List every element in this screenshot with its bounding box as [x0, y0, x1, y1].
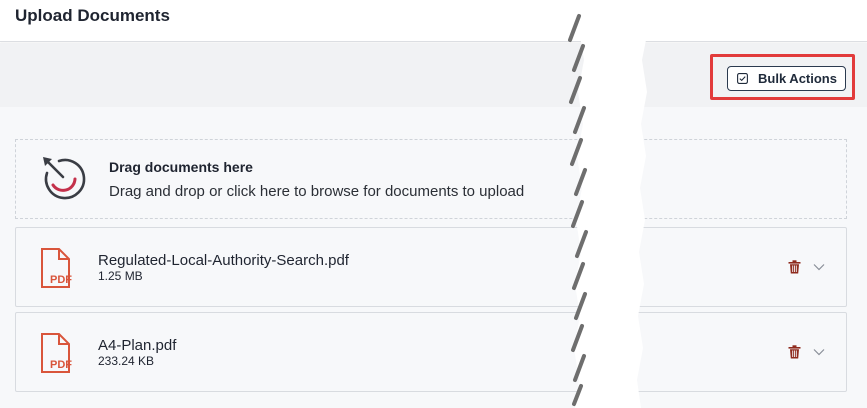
file-item[interactable]: PDF Regulated-Local-Authority-Search.pdf…	[15, 227, 847, 307]
trash-icon[interactable]	[788, 260, 801, 274]
pdf-icon-label: PDF	[50, 359, 72, 371]
page-title: Upload Documents	[15, 6, 170, 25]
dropzone-title: Drag documents here	[109, 159, 253, 175]
pdf-icon: PDF	[41, 333, 72, 373]
page-header: Upload Documents	[0, 0, 867, 42]
bulk-actions-label: Bulk Actions	[758, 71, 837, 86]
file-name: Regulated-Local-Authority-Search.pdf	[98, 252, 349, 269]
upload-arrow-icon	[43, 157, 86, 200]
file-name: A4-Plan.pdf	[98, 337, 177, 354]
chevron-down-icon[interactable]	[813, 263, 825, 271]
dropzone-subtitle: Drag and drop or click here to browse fo…	[109, 183, 525, 200]
upload-dropzone[interactable]: Drag documents here Drag and drop or cli…	[15, 139, 847, 219]
chevron-down-icon[interactable]	[813, 348, 825, 356]
file-size: 1.25 MB	[98, 269, 143, 283]
checkbox-icon	[737, 73, 748, 84]
pdf-icon-label: PDF	[50, 274, 72, 286]
trash-icon[interactable]	[788, 345, 801, 359]
file-size: 233.24 KB	[98, 354, 155, 368]
bulk-actions-button[interactable]: Bulk Actions	[727, 66, 846, 91]
pdf-icon: PDF	[41, 248, 72, 288]
file-item[interactable]: PDF A4-Plan.pdf 233.24 KB	[15, 312, 847, 392]
